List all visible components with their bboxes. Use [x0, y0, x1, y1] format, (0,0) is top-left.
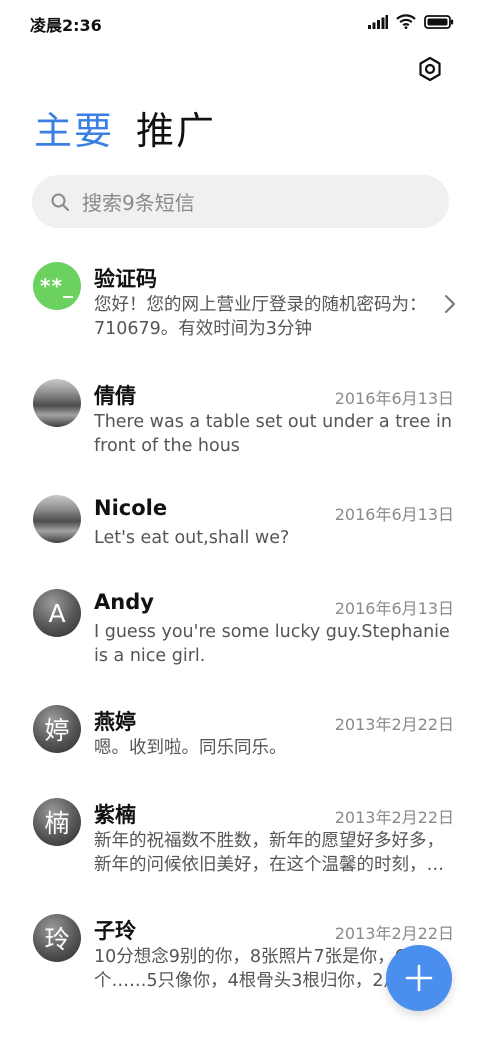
message-date: 2016年6月13日: [334, 599, 454, 618]
conversation-item[interactable]: **_ 验证码 您好！您的网上营业厅登录的随机密码为：710679。有效时间为3…: [0, 254, 480, 354]
conversation-item[interactable]: 楠 紫楠 2013年2月22日 新年的祝福数不胜数，新年的愿望好多好多，新年的问…: [0, 790, 480, 890]
battery-icon: [424, 14, 454, 29]
plus-icon: [405, 964, 433, 992]
conversation-item[interactable]: A Andy 2016年6月13日 I guess you're some lu…: [0, 581, 480, 681]
contact-name: 子玲: [94, 919, 136, 943]
avatar: [33, 495, 81, 543]
search-bar[interactable]: 搜索9条短信: [32, 175, 449, 228]
contact-name: Nicole: [94, 496, 168, 520]
message-preview: There was a table set out under a tree i…: [94, 412, 452, 456]
settings-icon: [419, 56, 441, 82]
tab-primary[interactable]: 主要: [34, 108, 114, 154]
message-date: 2013年2月22日: [334, 715, 454, 734]
contact-name: 紫楠: [94, 803, 136, 827]
search-placeholder: 搜索9条短信: [82, 191, 195, 215]
status-icons: [368, 14, 454, 29]
status-bar: 凌晨2:36: [0, 0, 480, 44]
message-preview: 嗯。收到啦。同乐同乐。: [94, 738, 287, 758]
message-date: 2016年6月13日: [334, 505, 454, 524]
conversation-item[interactable]: 倩倩 2016年6月13日 There was a table set out …: [0, 371, 480, 471]
signal-icon: [368, 14, 388, 29]
contact-name: 燕婷: [94, 710, 136, 734]
contact-name: Andy: [94, 590, 154, 614]
avatar: 玲: [33, 914, 81, 962]
contact-name: 倩倩: [94, 384, 136, 408]
compose-button[interactable]: [386, 945, 452, 1011]
avatar: **_: [33, 262, 81, 310]
contact-name: 验证码: [94, 267, 157, 291]
chevron-right-icon: [445, 295, 455, 313]
tab-promotions[interactable]: 推广: [136, 108, 216, 154]
avatar: 婷: [33, 705, 81, 753]
message-date: 2016年6月13日: [334, 389, 454, 408]
message-date: 2013年2月22日: [334, 924, 454, 943]
tab-bar: 主要 推广: [34, 108, 216, 154]
message-preview: 新年的祝福数不胜数，新年的愿望好多好多，新年的问候依旧美好，在这个温馨的时刻，…: [94, 831, 444, 875]
message-preview: Let's eat out,shall we?: [94, 528, 290, 548]
avatar: [33, 379, 81, 427]
wifi-icon: [396, 14, 416, 29]
avatar: A: [33, 589, 81, 637]
message-preview: 您好！您的网上营业厅登录的随机密码为：710679。有效时间为3分钟: [94, 295, 427, 339]
avatar: 楠: [33, 798, 81, 846]
conversation-item[interactable]: Nicole 2016年6月13日 Let's eat out,shall we…: [0, 487, 480, 567]
settings-button[interactable]: [414, 53, 446, 85]
message-date: 2013年2月22日: [334, 808, 454, 827]
search-icon: [51, 193, 69, 211]
message-preview: I guess you're some lucky guy.Stephanie …: [94, 622, 450, 666]
conversation-item[interactable]: 婷 燕婷 2013年2月22日 嗯。收到啦。同乐同乐。: [0, 697, 480, 777]
status-time: 凌晨2:36: [30, 16, 102, 35]
